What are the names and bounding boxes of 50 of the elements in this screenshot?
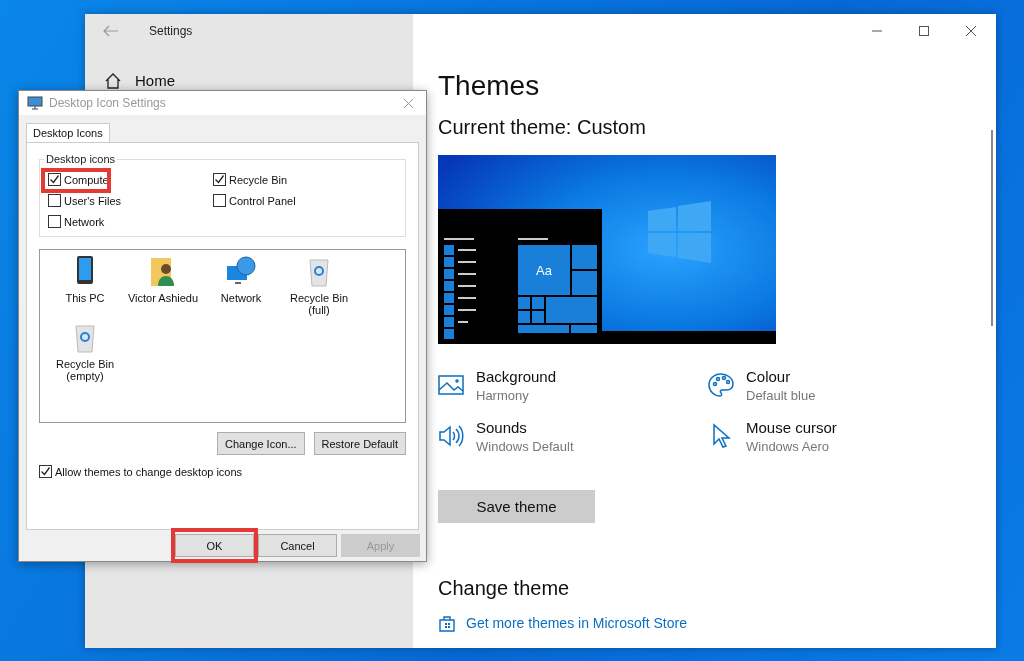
icon-label[interactable]: Recycle Bin (full) [281,292,357,317]
property-label[interactable]: Colour [746,368,816,385]
maximize-icon[interactable] [918,25,930,37]
checkbox-label[interactable]: Allow themes to change desktop icons [55,465,243,478]
checkbox-label[interactable]: Control Panel [229,194,296,207]
checkbox[interactable] [48,215,61,229]
property-label[interactable]: Mouse cursor [746,419,837,436]
checkbox[interactable] [213,194,226,208]
home-icon [105,72,121,89]
property-value: Harmony [476,388,530,403]
checkbox-label[interactable]: Recycle Bin [229,173,288,186]
group-label: Desktop icons [45,153,117,166]
property-value: Windows Aero [746,439,831,454]
change-theme-heading: Change theme [438,577,570,600]
colour-icon[interactable] [708,372,734,398]
store-link[interactable]: Get more themes in Microsoft Store [466,615,687,631]
checkbox[interactable] [48,173,61,187]
tab[interactable]: Desktop Icons [26,123,110,143]
background-icon[interactable] [438,372,464,398]
icon-label[interactable]: Victor Ashiedu [125,292,201,305]
property-label[interactable]: Sounds [476,419,574,436]
close-icon[interactable] [965,25,977,37]
checkbox-label[interactable]: Network [64,215,105,228]
window-title: Settings [149,24,193,38]
restore-default-button[interactable]: Restore Default [313,432,406,456]
windows-logo-icon [648,201,711,263]
checkbox[interactable] [39,465,52,479]
property-label[interactable]: Background [476,368,557,385]
save-theme-button[interactable]: Save theme [438,490,595,523]
checkbox[interactable] [213,173,226,187]
scrollbar[interactable] [991,130,993,326]
checkbox-label[interactable]: User's Files [64,194,122,207]
store-bag-icon [438,614,456,632]
checkbox-label[interactable]: Compute [64,173,109,186]
page-title: Themes [438,70,540,102]
dialog-title: Desktop Icon Settings [49,96,167,111]
property-value: Windows Default [476,439,574,454]
checkbox[interactable] [48,194,61,208]
icon-label[interactable]: Network [203,292,279,305]
dialog-button[interactable]: OK [175,534,254,558]
tile-text: Aa [536,263,552,278]
dialog-button[interactable]: Cancel [258,534,337,558]
current-theme-heading: Current theme: Custom [438,116,646,139]
change-icon-button[interactable]: Change Icon... [217,432,305,456]
monitor-icon [27,96,43,111]
nav-item[interactable]: Home [85,48,413,89]
icon-label[interactable]: Recycle Bin (empty) [47,358,123,383]
sounds-icon[interactable] [438,423,464,449]
property-value: Default blue [746,388,816,403]
icon-label[interactable]: This PC [47,292,123,305]
